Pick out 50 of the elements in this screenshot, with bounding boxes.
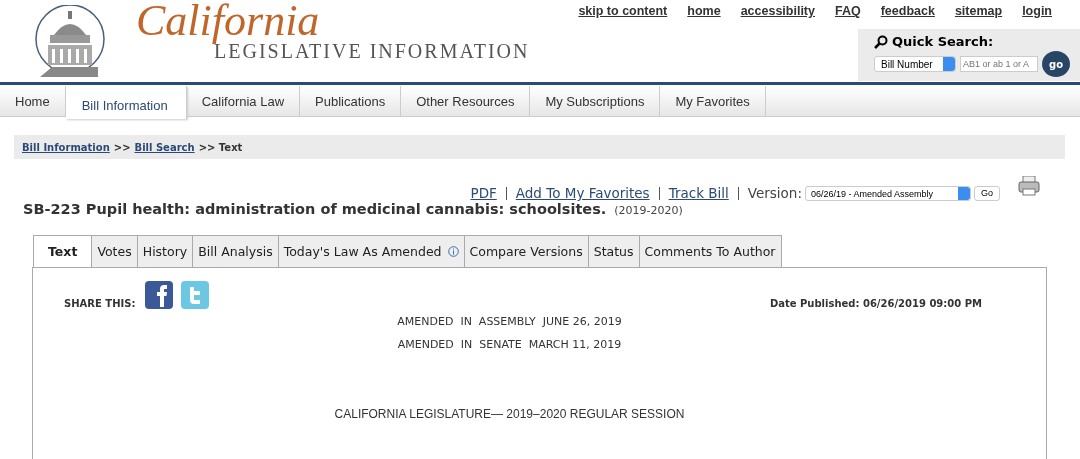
info-icon [447, 246, 459, 257]
facebook-icon[interactable] [145, 281, 174, 309]
bill-session: (2019-2020) [614, 204, 683, 217]
search-icon [874, 34, 888, 49]
logo-script: California [136, 0, 320, 45]
bill-title: SB-223 Pupil health: administration of medicinal cannabis: schoolsites. [23, 201, 607, 217]
nav-tab[interactable]: My Subscriptions [530, 86, 661, 116]
top-link[interactable]: skip to content [578, 4, 668, 18]
version-label: Version: [747, 185, 802, 201]
nav-tab[interactable]: Publications [300, 86, 402, 116]
bill-tab[interactable]: Comments To Author [639, 235, 782, 268]
breadcrumb-link[interactable]: Bill Information [22, 141, 110, 153]
top-link[interactable]: accessibility [740, 4, 815, 18]
breadcrumb-link[interactable]: Bill Search [134, 141, 195, 153]
nav-tab[interactable]: Home [0, 86, 66, 116]
nav-tab[interactable]: My Favorites [660, 86, 766, 116]
amendment-line: AMENDED IN SENATE MARCH 11, 2019 [396, 338, 623, 351]
bill-tab[interactable]: Bill Analysis [193, 235, 279, 268]
top-link[interactable]: FAQ [835, 4, 861, 18]
action-link[interactable]: Track Bill [668, 185, 729, 201]
breadcrumb-text: >> [113, 141, 131, 153]
bill-tab[interactable]: History [137, 235, 194, 268]
bill-tab[interactable]: Votes [92, 235, 138, 268]
action-link[interactable]: PDF [470, 185, 497, 201]
bill-tab[interactable]: Status [588, 235, 640, 268]
nav-tab[interactable]: California Law [186, 86, 301, 116]
twitter-icon[interactable] [181, 281, 210, 309]
bill-type-select[interactable]: Bill Number [874, 56, 956, 72]
date-published: Date Published: 06/26/2019 09:00 PM [769, 298, 982, 309]
bill-tab[interactable]: Today's Law As Amended [278, 235, 465, 268]
version-go-button[interactable]: Go [974, 185, 1000, 201]
nav-tab[interactable]: Bill Information [65, 86, 187, 119]
top-link[interactable]: login [1022, 4, 1052, 18]
bill-tab[interactable]: Text [33, 235, 93, 268]
top-link[interactable]: feedback [880, 4, 935, 18]
session-heading: CALIFORNIA LEGISLATURE— 2019–2020 REGULAR SESSION [333, 407, 686, 421]
nav-tab[interactable]: Other Resources [401, 86, 531, 116]
breadcrumb-text: >> Text [198, 141, 243, 153]
top-link[interactable]: sitemap [954, 4, 1003, 18]
search-field[interactable]: AB1 or ab 1 or A [960, 56, 1038, 72]
version-select[interactable]: 06/26/19 - Amended Assembly [805, 185, 971, 201]
quick-search-title: Quick Search: [892, 34, 994, 49]
action-link[interactable]: Add To My Favorites [515, 185, 650, 201]
share-label: SHARE THIS: [64, 298, 136, 309]
go-button[interactable]: go [1042, 51, 1070, 77]
bill-tab[interactable]: Compare Versions [464, 235, 589, 268]
capitol-logo-icon [32, 5, 108, 79]
amendment-line: AMENDED IN ASSEMBLY JUNE 26, 2019 [396, 315, 623, 328]
printer-icon[interactable] [1018, 176, 1040, 196]
top-link[interactable]: home [687, 4, 721, 18]
